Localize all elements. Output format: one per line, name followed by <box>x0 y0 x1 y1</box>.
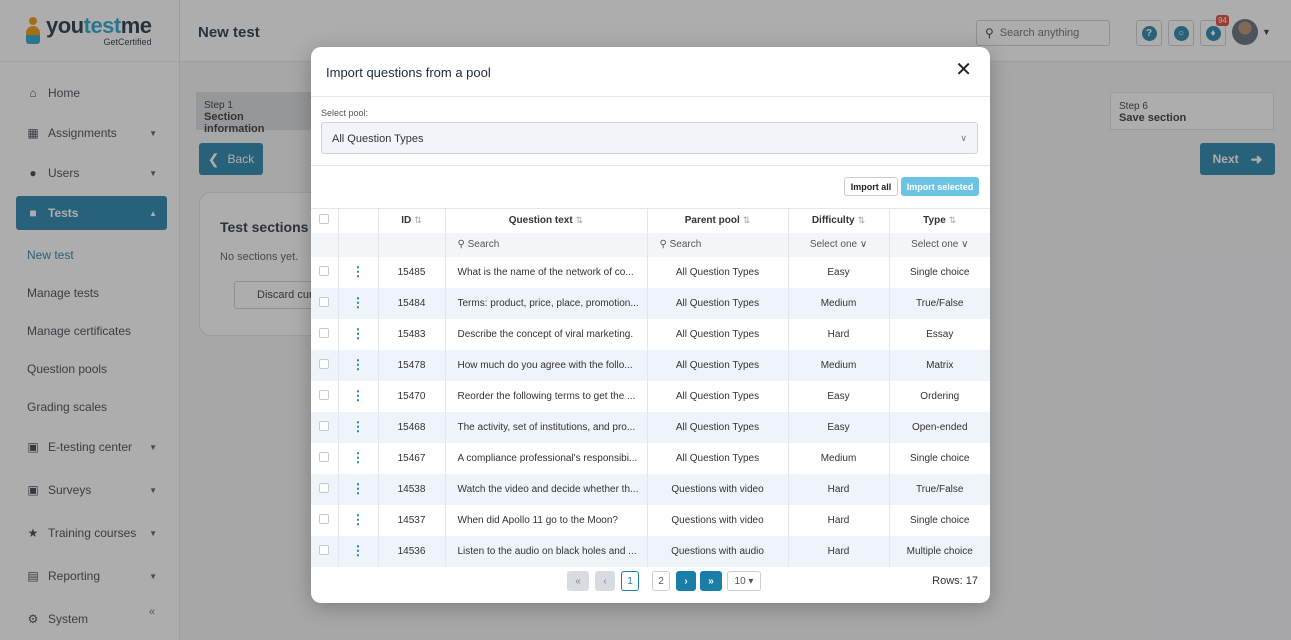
divider <box>311 165 990 166</box>
page-1-button[interactable]: 1 <box>621 571 639 591</box>
pool-select[interactable]: All Question Types ∨ <box>321 122 978 154</box>
row-checkbox[interactable] <box>319 327 330 338</box>
import-all-button[interactable]: Import all <box>844 177 898 196</box>
import-selected-button[interactable]: Import selected <box>901 177 979 196</box>
page-size-select[interactable]: 10 ▾ <box>727 571 761 591</box>
column-header-type[interactable]: Type ⇅ <box>889 208 990 233</box>
chevron-down-icon: ∨ <box>960 133 967 143</box>
more-vertical-icon[interactable]: ⋮ <box>352 388 365 403</box>
page-2-button[interactable]: 2 <box>652 571 670 591</box>
row-checkbox[interactable] <box>319 296 330 307</box>
row-checkbox[interactable] <box>319 420 330 431</box>
more-vertical-icon[interactable]: ⋮ <box>352 512 365 527</box>
questions-table: ID ⇅ Question text ⇅ Parent pool ⇅ Difficul… <box>311 208 990 567</box>
column-header-question-text[interactable]: Question text ⇅ <box>445 208 648 233</box>
table-row[interactable]: ⋮ 15478 How much do you agree with the fol… <box>311 349 990 381</box>
sort-icon: ⇅ <box>414 215 422 226</box>
more-vertical-icon[interactable]: ⋮ <box>352 264 365 279</box>
more-vertical-icon[interactable]: ⋮ <box>352 419 365 434</box>
select-pool-label: Select pool: <box>321 108 369 118</box>
column-header-difficulty[interactable]: Difficulty ⇅ <box>788 208 890 233</box>
row-checkbox[interactable] <box>319 265 330 276</box>
next-page-button[interactable]: › <box>676 571 696 591</box>
sort-icon: ⇅ <box>742 215 751 226</box>
question-text-search-input[interactable]: ⚲ Search <box>445 232 648 257</box>
parent-pool-search-input[interactable]: ⚲ Search <box>647 232 789 257</box>
table-row[interactable]: ⋮ 14538 Watch the video and decide whether… <box>311 473 990 505</box>
more-vertical-icon[interactable]: ⋮ <box>352 357 365 372</box>
search-icon: ⚲ <box>659 239 670 250</box>
table-row[interactable]: ⋮ 15468 The activity, set of institutions,… <box>311 411 990 443</box>
chevron-right-icon: › <box>684 575 688 587</box>
double-chevron-right-icon: » <box>708 575 714 587</box>
modal-header: Import questions from a pool ✕ <box>311 47 990 97</box>
pagination: « ‹ 1 2 › » 10 ▾ Rows: 17 <box>311 567 990 601</box>
table-row[interactable]: ⋮ 15485 What is the name of the network of… <box>311 256 990 288</box>
table-row[interactable]: ⋮ 15470 Reorder the following terms to get… <box>311 380 990 412</box>
chevron-down-icon: ∨ <box>958 239 969 250</box>
table-row[interactable]: ⋮ 14536 Listen to the audio on black holes… <box>311 535 990 567</box>
first-page-button[interactable]: « <box>567 571 589 591</box>
table-row[interactable]: ⋮ 15483 Describe the concept of viral mark… <box>311 318 990 350</box>
row-checkbox[interactable] <box>319 482 330 493</box>
sort-icon: ⇅ <box>857 215 866 226</box>
row-checkbox[interactable] <box>319 451 330 462</box>
prev-page-button[interactable]: ‹ <box>595 571 615 591</box>
difficulty-filter-select[interactable]: Select one ∨ <box>788 232 890 257</box>
more-vertical-icon[interactable]: ⋮ <box>352 543 365 558</box>
modal-title: Import questions from a pool <box>326 65 491 80</box>
row-checkbox[interactable] <box>319 544 330 555</box>
row-checkbox[interactable] <box>319 389 330 400</box>
last-page-button[interactable]: » <box>700 571 722 591</box>
chevron-left-icon: ‹ <box>603 575 607 587</box>
select-all-checkbox[interactable] <box>319 214 330 225</box>
actions-header <box>338 208 379 233</box>
chevron-down-icon: ∨ <box>857 239 868 250</box>
type-filter-select[interactable]: Select one ∨ <box>889 232 990 257</box>
table-row[interactable]: ⋮ 15467 A compliance professional's respon… <box>311 442 990 474</box>
row-checkbox[interactable] <box>319 513 330 524</box>
column-header-id[interactable]: ID ⇅ <box>378 208 446 233</box>
sort-icon: ⇅ <box>575 215 584 226</box>
select-all-checkbox-cell[interactable] <box>311 208 339 233</box>
more-vertical-icon[interactable]: ⋮ <box>352 295 365 310</box>
table-row[interactable]: ⋮ 15484 Terms: product, price, place, prom… <box>311 287 990 319</box>
double-chevron-left-icon: « <box>575 575 581 587</box>
import-questions-modal: Import questions from a pool ✕ Select po… <box>311 47 990 603</box>
close-icon[interactable]: ✕ <box>955 60 972 80</box>
column-header-parent-pool[interactable]: Parent pool ⇅ <box>647 208 789 233</box>
more-vertical-icon[interactable]: ⋮ <box>352 326 365 341</box>
sort-icon: ⇅ <box>948 215 957 226</box>
row-checkbox[interactable] <box>319 358 330 369</box>
more-vertical-icon[interactable]: ⋮ <box>352 450 365 465</box>
more-vertical-icon[interactable]: ⋮ <box>352 481 365 496</box>
chevron-down-icon: ▾ <box>745 575 754 587</box>
table-row[interactable]: ⋮ 14537 When did Apollo 11 go to the Moon?… <box>311 504 990 536</box>
search-icon: ⚲ <box>457 239 468 250</box>
rows-count: Rows: 17 <box>932 575 978 587</box>
